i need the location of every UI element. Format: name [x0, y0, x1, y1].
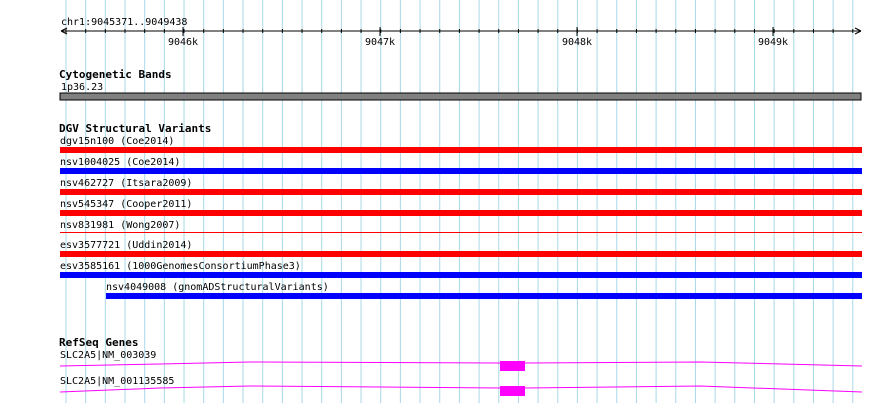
ruler-tick-label: 9047k [365, 37, 395, 48]
cytoband-label: 1p36.23 [61, 82, 103, 93]
dgv-feature-bar[interactable] [60, 251, 862, 257]
dgv-feature-label: nsv545347 (Cooper2011) [60, 199, 192, 210]
ruler[interactable]: 9046k 9047k 9048k 9049k [60, 27, 862, 48]
dgv-feature-label: nsv1004025 (Coe2014) [60, 157, 180, 168]
location-label: chr1:9045371..9049438 [61, 17, 187, 28]
ruler-tick-label: 9046k [168, 37, 198, 48]
dgv-feature[interactable]: nsv1004025 (Coe2014) [60, 157, 862, 174]
tracks-panel: chr1:9045371..9049438 9046k 9047k 9048k … [59, 17, 863, 396]
dgv-feature-label: nsv831981 (Wong2007) [60, 220, 180, 231]
dgv-feature-bar[interactable] [60, 272, 862, 278]
genome-browser-view[interactable]: chr1:9045371..9049438 9046k 9047k 9048k … [0, 0, 890, 403]
ruler-minor-ticks [65, 29, 854, 33]
dgv-feature-label: nsv462727 (Itsara2009) [60, 178, 192, 189]
dgv-feature-bar[interactable] [106, 293, 862, 299]
dgv-feature[interactable]: nsv831981 (Wong2007) [60, 220, 862, 233]
ruler-tick-label: 9048k [562, 37, 592, 48]
ruler-tick-label: 9049k [758, 37, 788, 48]
dgv-feature[interactable]: nsv462727 (Itsara2009) [60, 178, 862, 195]
transcript-intron-line [59, 385, 863, 393]
dgv-feature-label: nsv4049008 (gnomADStructuralVariants) [106, 282, 329, 293]
transcript-label: SLC2A5|NM_001135585 [60, 376, 174, 387]
cytoband-track-title: Cytogenetic Bands [59, 68, 172, 81]
dgv-feature[interactable]: nsv545347 (Cooper2011) [60, 199, 862, 216]
dgv-feature[interactable]: dgv15n100 (Coe2014) [60, 136, 862, 153]
refseq-transcript[interactable]: SLC2A5|NM_003039 [59, 350, 863, 371]
dgv-feature-bar[interactable] [60, 189, 862, 195]
refseq-transcript[interactable]: SLC2A5|NM_001135585 [59, 376, 863, 396]
dgv-feature-label: esv3577721 (Uddin2014) [60, 240, 192, 251]
dgv-feature-bar[interactable] [60, 147, 862, 153]
dgv-feature-bar[interactable] [60, 168, 862, 174]
dgv-feature[interactable]: esv3585161 (1000GenomesConsortiumPhase3) [60, 261, 862, 278]
refseq-track-title: RefSeq Genes [59, 336, 138, 349]
transcript-exon[interactable] [500, 361, 525, 371]
dgv-feature-bar[interactable] [60, 210, 862, 216]
transcript-label: SLC2A5|NM_003039 [60, 350, 156, 361]
dgv-feature-label: esv3585161 (1000GenomesConsortiumPhase3) [60, 261, 301, 272]
dgv-track: DGV Structural Variants dgv15n100 (Coe20… [59, 122, 862, 299]
cytoband-track: Cytogenetic Bands 1p36.23 [59, 68, 862, 101]
dgv-feature[interactable]: esv3577721 (Uddin2014) [60, 240, 862, 257]
dgv-feature-label: dgv15n100 (Coe2014) [60, 136, 174, 147]
transcript-intron-line [59, 361, 863, 367]
refseq-track: RefSeq Genes SLC2A5|NM_003039 SLC2A5|NM_… [59, 336, 863, 396]
dgv-track-title: DGV Structural Variants [59, 122, 211, 135]
dgv-feature-bar[interactable] [60, 232, 862, 233]
cytoband-bar[interactable] [59, 92, 862, 101]
dgv-feature[interactable]: nsv4049008 (gnomADStructuralVariants) [106, 282, 862, 299]
transcript-exon[interactable] [500, 386, 525, 396]
